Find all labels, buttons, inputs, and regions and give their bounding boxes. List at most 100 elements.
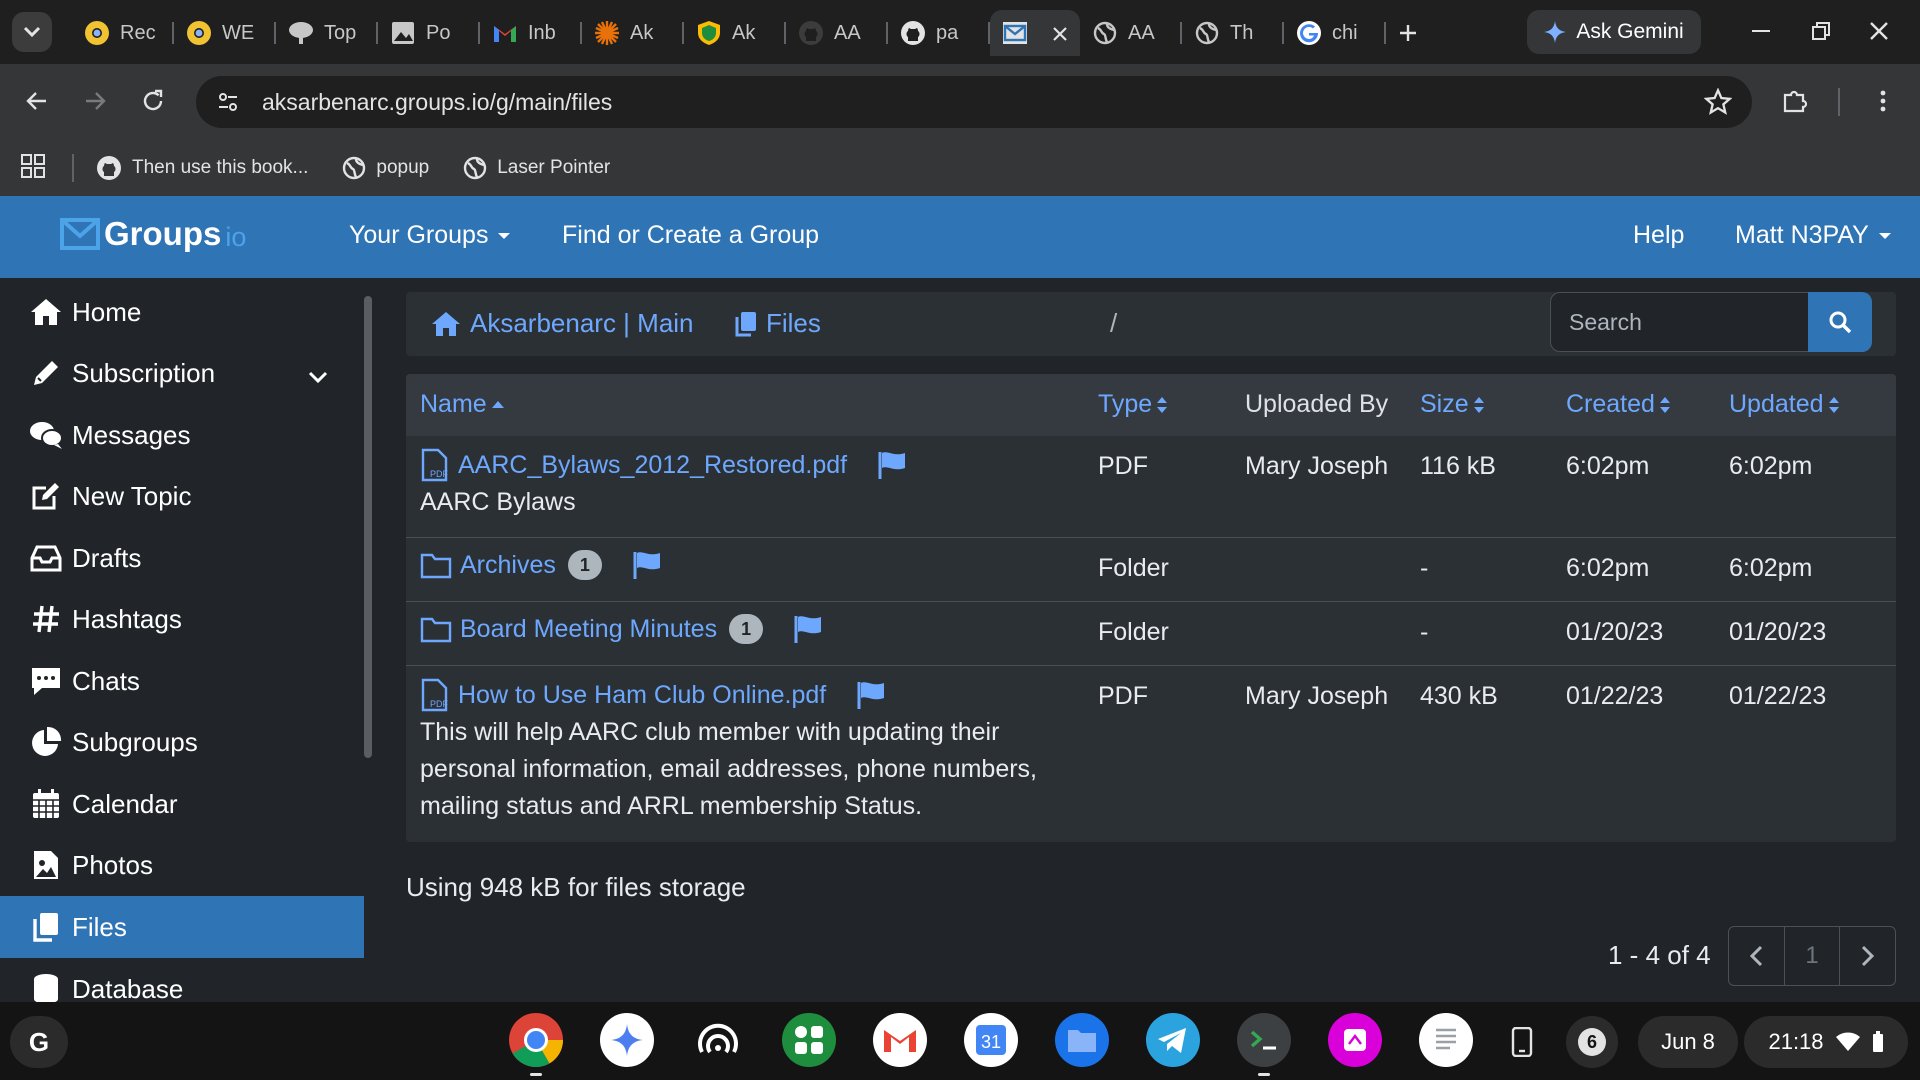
new-tab-button[interactable] <box>1386 10 1430 56</box>
forward-button[interactable] <box>72 78 118 124</box>
launcher-button[interactable]: G <box>10 1016 68 1068</box>
sidebar-item-new-topic[interactable]: New Topic <box>0 465 364 527</box>
sidebar-item-calendar[interactable]: Calendar <box>0 773 364 835</box>
sidebar-item-hashtags[interactable]: Hashtags <box>0 588 364 650</box>
calendar-icon <box>24 784 68 824</box>
sidebar-item-home[interactable]: Home <box>0 281 364 343</box>
next-page-button[interactable] <box>1840 927 1895 985</box>
find-create-group-link[interactable]: Find or Create a Group <box>562 221 819 250</box>
your-groups-dropdown[interactable]: Your Groups <box>349 221 511 250</box>
ask-gemini-button[interactable]: Ask Gemini <box>1527 10 1701 54</box>
shelf-app-apps[interactable] <box>781 1012 837 1070</box>
sidebar-item-photos[interactable]: Photos <box>0 834 364 896</box>
extensions-button[interactable] <box>1772 78 1818 124</box>
sidebar-item-chats[interactable]: Chats <box>0 650 364 712</box>
breadcrumb-current[interactable]: Files <box>734 308 821 339</box>
back-button[interactable] <box>14 78 60 124</box>
sort-name-header[interactable]: Name <box>420 390 505 419</box>
page-number-button[interactable]: 1 <box>1785 927 1841 985</box>
header-uploaded-label: Uploaded By <box>1245 390 1389 418</box>
shelf-app-telegram[interactable] <box>1145 1012 1201 1070</box>
shelf-app-notes[interactable] <box>1418 1012 1474 1070</box>
breadcrumb-group-link[interactable]: Aksarbenarc | Main <box>430 308 694 339</box>
date-tray[interactable]: Jun 8 <box>1638 1016 1738 1068</box>
address-bar[interactable]: aksarbenarc.groups.io/g/main/files <box>196 76 1752 128</box>
folder-link[interactable]: Archives 1 <box>420 550 662 580</box>
shelf-app-chrome[interactable] <box>508 1012 564 1076</box>
flag-icon[interactable] <box>632 550 662 580</box>
bookmark-then-use[interactable]: Then use this book... <box>96 155 308 181</box>
globe-icon <box>1092 20 1118 46</box>
reload-button[interactable] <box>130 78 176 124</box>
notification-count[interactable]: 6 <box>1566 1016 1618 1068</box>
sort-icon <box>1473 396 1484 413</box>
shelf-app-calendar[interactable]: 31 <box>963 1012 1019 1070</box>
browser-menu-button[interactable] <box>1860 78 1906 124</box>
browser-tab[interactable]: Inb <box>480 10 582 56</box>
restore-button[interactable] <box>1796 8 1846 54</box>
phone-hub-button[interactable] <box>1494 1014 1550 1070</box>
user-menu-dropdown[interactable]: Matt N3PAY <box>1735 221 1891 250</box>
shelf-app-gemini[interactable] <box>599 1012 655 1070</box>
browser-tab[interactable]: Th <box>1182 10 1284 56</box>
flag-icon[interactable] <box>793 614 823 644</box>
browser-tab[interactable]: AA <box>1080 10 1182 56</box>
browser-tab[interactable]: Ak <box>582 10 684 56</box>
tab-search-button[interactable] <box>12 12 52 52</box>
sort-size-header[interactable]: Size <box>1420 390 1485 419</box>
folder-link[interactable]: Board Meeting Minutes 1 <box>420 614 823 644</box>
system-shelf: G 31 6 Jun 8 21:18 <box>0 1002 1920 1080</box>
bookmark-star-button[interactable] <box>1703 87 1733 121</box>
sidebar-item-subscription[interactable]: Subscription <box>0 342 364 404</box>
prev-page-button[interactable] <box>1729 927 1785 985</box>
groupsio-logo[interactable]: Groups io <box>60 214 246 253</box>
search-input[interactable]: Search <box>1550 292 1810 352</box>
browser-tab[interactable]: chi <box>1284 10 1386 56</box>
flag-icon[interactable] <box>856 680 886 710</box>
browser-tab[interactable]: Ak <box>684 10 786 56</box>
minimize-button[interactable] <box>1736 8 1786 54</box>
browser-tab[interactable]: AA <box>786 10 888 56</box>
chevron-down-icon <box>23 26 41 38</box>
browser-tab[interactable]: Rec <box>72 10 174 56</box>
browser-tab[interactable] <box>990 10 1080 56</box>
sidebar-item-messages[interactable]: Messages <box>0 404 364 466</box>
sidebar-item-files[interactable]: Files <box>0 896 364 958</box>
browser-tab[interactable]: WE <box>174 10 276 56</box>
sidebar-item-database[interactable]: Database <box>0 958 364 1002</box>
bookmark-laser-pointer[interactable]: Laser Pointer <box>463 156 610 180</box>
toolbar-divider <box>1838 88 1840 116</box>
shelf-app-podcast[interactable] <box>690 1014 746 1070</box>
chevron-down-icon[interactable] <box>308 360 328 391</box>
help-link[interactable]: Help <box>1633 221 1684 250</box>
close-tab-icon[interactable] <box>1052 18 1068 49</box>
pagination: 1 <box>1728 926 1896 986</box>
pencil-icon <box>24 353 68 393</box>
sidebar-scrollbar[interactable] <box>364 296 372 758</box>
canvas-icon <box>1327 1012 1383 1073</box>
shelf-app-files[interactable] <box>1054 1012 1110 1070</box>
status-tray[interactable]: 21:18 <box>1744 1016 1908 1068</box>
flag-icon[interactable] <box>877 450 907 480</box>
svg-text:PDF: PDF <box>430 469 449 479</box>
find-create-label: Find or Create a Group <box>562 221 820 249</box>
close-window-button[interactable] <box>1854 8 1904 54</box>
file-link[interactable]: PDF AARC_Bylaws_2012_Restored.pdf <box>420 448 907 482</box>
search-button[interactable] <box>1808 292 1872 352</box>
apps-shortcut[interactable] <box>20 153 46 184</box>
shelf-app-gmail[interactable] <box>872 1012 928 1070</box>
sort-updated-header[interactable]: Updated <box>1729 390 1840 419</box>
browser-tab[interactable]: Po <box>378 10 480 56</box>
browser-tab[interactable]: Top <box>276 10 378 56</box>
sort-created-header[interactable]: Created <box>1566 390 1671 419</box>
sort-type-header[interactable]: Type <box>1098 390 1168 419</box>
shelf-app-canvas[interactable] <box>1327 1012 1383 1073</box>
shelf-app-terminal[interactable] <box>1236 1012 1292 1076</box>
sidebar-item-subgroups[interactable]: Subgroups <box>0 711 364 773</box>
site-info-button[interactable] <box>210 84 246 120</box>
bookmark-popup[interactable]: popup <box>342 156 429 180</box>
file-link[interactable]: PDF How to Use Ham Club Online.pdf <box>420 678 886 712</box>
bookmark-label: popup <box>376 157 430 178</box>
sidebar-item-drafts[interactable]: Drafts <box>0 527 364 589</box>
browser-tab[interactable]: pa <box>888 10 990 56</box>
